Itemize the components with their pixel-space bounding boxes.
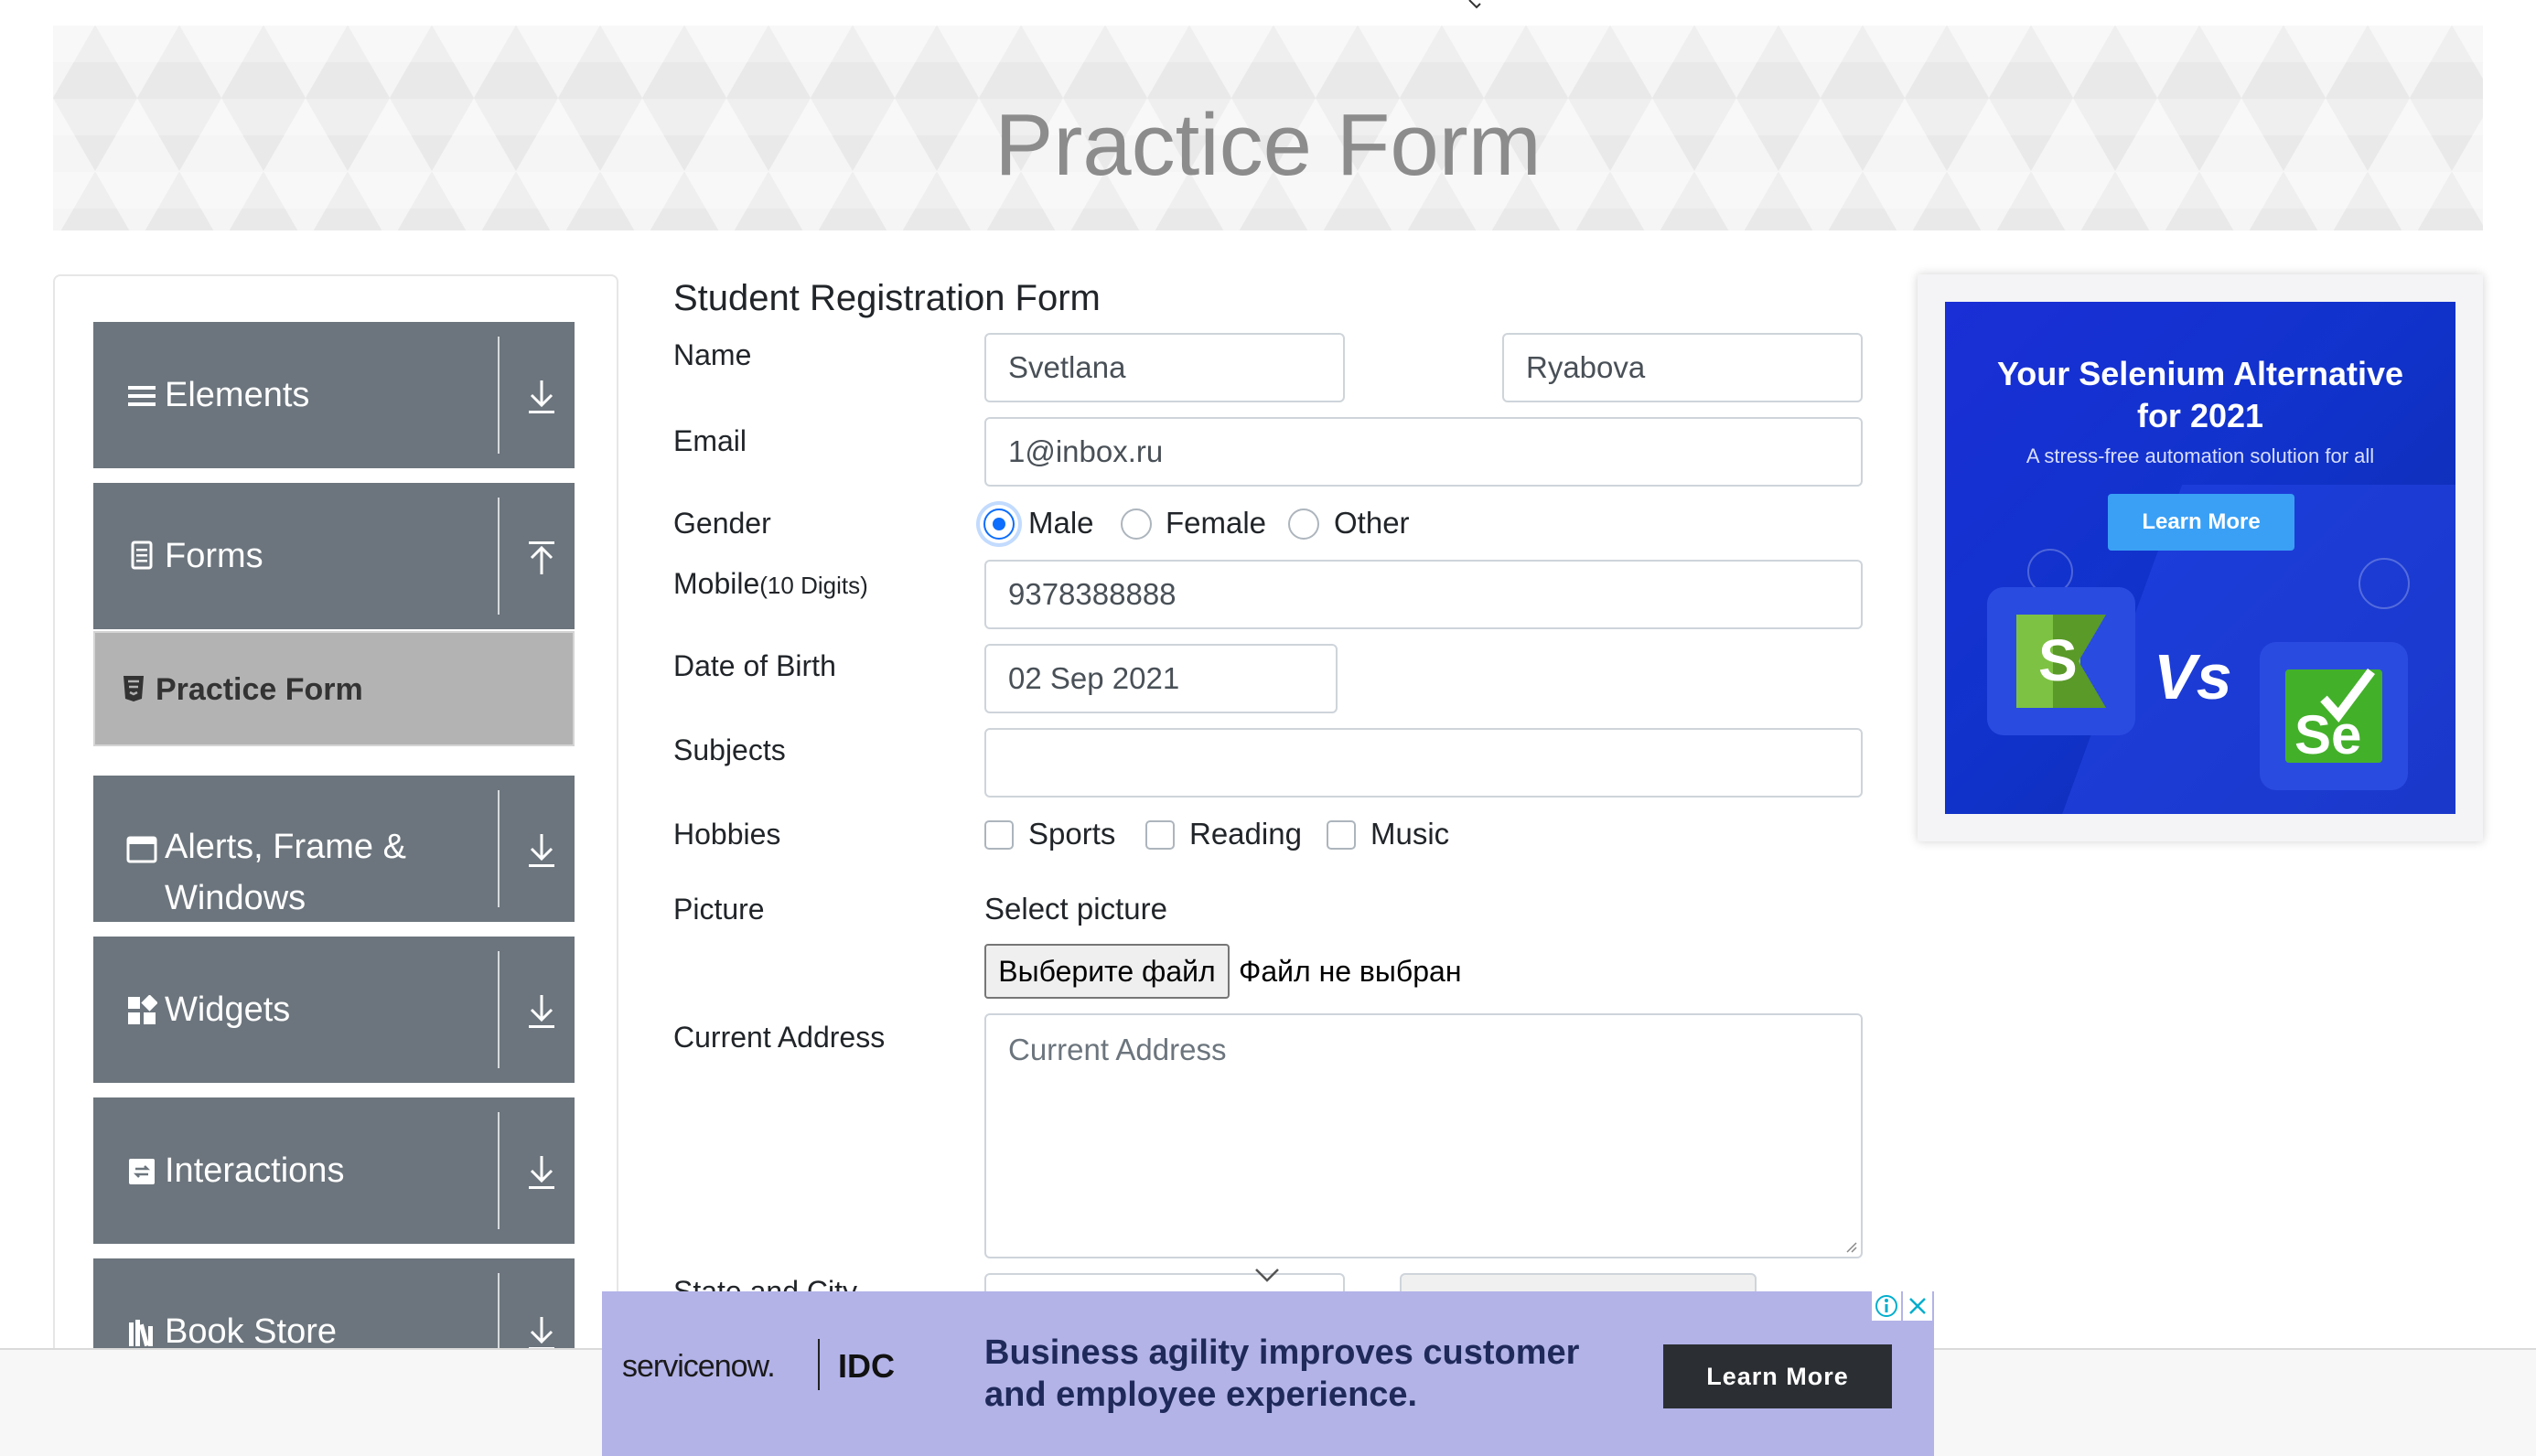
download-arrow-icon[interactable]	[523, 830, 560, 871]
mobile-label-text: Mobile	[673, 567, 760, 600]
subjects-input[interactable]	[984, 728, 1863, 798]
select-picture-text: Select picture	[984, 892, 1167, 926]
ad-info-icon[interactable]	[1872, 1291, 1901, 1321]
page-title: Practice Form	[994, 96, 1542, 194]
katalon-logo: S	[1987, 587, 2135, 735]
divider	[498, 1112, 500, 1229]
download-arrow-icon[interactable]	[523, 377, 560, 417]
logo-left-letter: S	[2038, 627, 2078, 693]
gender-option-label[interactable]: Male	[1028, 503, 1094, 543]
sidebar-item-label: Practice Form	[156, 672, 363, 707]
hobby-option-label[interactable]: Music	[1370, 814, 1449, 854]
divider	[498, 951, 500, 1068]
sidebar-group-label: Interactions	[165, 1151, 345, 1190]
sidebar: Elements Forms Practice Form Alerts, Fra…	[53, 274, 618, 1456]
name-label: Name	[673, 338, 752, 371]
dob-input[interactable]: 02 Sep 2021	[984, 644, 1338, 713]
ad-title: Your Selenium Alternative for 2021	[1945, 353, 2455, 437]
ad-right-banner[interactable]: Your Selenium Alternative for 2021 A str…	[1945, 302, 2455, 814]
hobby-checkbox-music[interactable]	[1327, 820, 1356, 850]
sidebar-group-elements[interactable]: Elements	[93, 322, 575, 468]
current-address-label: Current Address	[673, 1021, 886, 1054]
logo-right-letters: Se	[2294, 704, 2361, 765]
mobile-label: Mobile(10 Digits)	[673, 563, 868, 605]
katalon-logo-icon: S	[2016, 615, 2106, 708]
vs-text: Vs	[2154, 641, 2232, 712]
divider	[498, 498, 500, 615]
hobby-checkbox-reading[interactable]	[1145, 820, 1175, 850]
ad-close-icon[interactable]	[1903, 1291, 1932, 1321]
form-title: Student Registration Form	[673, 278, 1101, 318]
current-address-placeholder: Current Address	[1008, 1033, 1227, 1066]
html5-icon	[124, 676, 144, 701]
choose-file-button[interactable]: Выберите файл	[984, 944, 1230, 999]
sidebar-item-practice-form[interactable]: Practice Form	[93, 631, 575, 746]
gender-radio-male[interactable]	[983, 509, 1015, 540]
hobby-option-label[interactable]: Sports	[1028, 814, 1115, 854]
first-name-input[interactable]: Svetlana	[984, 333, 1345, 402]
sidebar-group-label: Elements	[165, 376, 310, 414]
ad-title-line1: Your Selenium Alternative	[1996, 355, 2404, 392]
dob-label: Date of Birth	[673, 649, 836, 682]
ad-bottom-banner[interactable]: servicenow. IDC Business agility improve…	[602, 1291, 1934, 1456]
cursor-icon	[1468, 0, 1481, 9]
file-status-text: Файл не выбран	[1239, 955, 1462, 988]
code-icon	[2359, 558, 2410, 609]
email-label: Email	[673, 424, 747, 457]
gender-radio-other[interactable]	[1288, 509, 1319, 540]
sidebar-group-label: Widgets	[165, 990, 291, 1029]
sidebar-group-label-line2: Windows	[165, 879, 306, 917]
books-icon	[129, 1320, 153, 1347]
divider	[498, 790, 500, 907]
selenium-logo: Se	[2260, 642, 2408, 790]
chevron-down-icon[interactable]	[1253, 1266, 1281, 1284]
window-icon	[126, 836, 157, 863]
selenium-logo-icon: Se	[2285, 669, 2382, 765]
gender-option-label[interactable]: Female	[1166, 503, 1266, 543]
sidebar-group-forms[interactable]: Forms	[93, 483, 575, 629]
upload-arrow-icon[interactable]	[523, 538, 560, 578]
ad-subtitle: A stress-free automation solution for al…	[2026, 444, 2375, 467]
page-header-banner: Practice Form	[53, 26, 2483, 230]
hobby-option-label[interactable]: Reading	[1189, 814, 1302, 854]
sidebar-group-alerts[interactable]: Alerts, Frame & Windows	[93, 776, 575, 922]
widgets-icon	[128, 995, 157, 1024]
document-icon	[131, 541, 153, 570]
sidebar-group-label: Alerts, Frame &	[165, 828, 406, 866]
download-arrow-icon[interactable]	[523, 991, 560, 1032]
gender-option-label[interactable]: Other	[1334, 503, 1410, 543]
download-arrow-icon[interactable]	[523, 1152, 560, 1193]
email-input[interactable]: 1@inbox.ru	[984, 417, 1863, 487]
sidebar-group-widgets[interactable]: Widgets	[93, 937, 575, 1083]
sidebar-group-label: Forms	[165, 537, 263, 575]
ad-bottom-learn-more-button[interactable]: Learn More	[1663, 1344, 1892, 1408]
divider	[818, 1339, 820, 1390]
ad-title-line2: for 2021	[2136, 397, 2264, 434]
current-address-textarea[interactable]: Current Address	[984, 1013, 1863, 1258]
idc-logo: IDC	[838, 1347, 895, 1385]
last-name-input[interactable]: Ryabova	[1502, 333, 1863, 402]
gender-label: Gender	[673, 507, 771, 540]
sidebar-group-interactions[interactable]: Interactions	[93, 1097, 575, 1244]
gender-radio-female[interactable]	[1121, 509, 1152, 540]
mobile-input[interactable]: 9378388888	[984, 560, 1863, 629]
mobile-hint: (10 Digits)	[759, 572, 868, 599]
hamburger-icon	[128, 386, 156, 406]
picture-label: Picture	[673, 893, 765, 926]
subjects-label: Subjects	[673, 733, 786, 766]
hobby-checkbox-sports[interactable]	[984, 820, 1014, 850]
ad-headline: Business agility improves customer and e…	[984, 1333, 1580, 1414]
resize-grip-icon[interactable]	[1843, 1238, 1857, 1253]
ad-learn-more-button[interactable]: Learn More	[2108, 494, 2294, 551]
servicenow-logo: servicenow.	[622, 1349, 776, 1384]
interactions-icon	[129, 1159, 155, 1184]
hobbies-label: Hobbies	[673, 818, 781, 851]
divider	[498, 337, 500, 454]
